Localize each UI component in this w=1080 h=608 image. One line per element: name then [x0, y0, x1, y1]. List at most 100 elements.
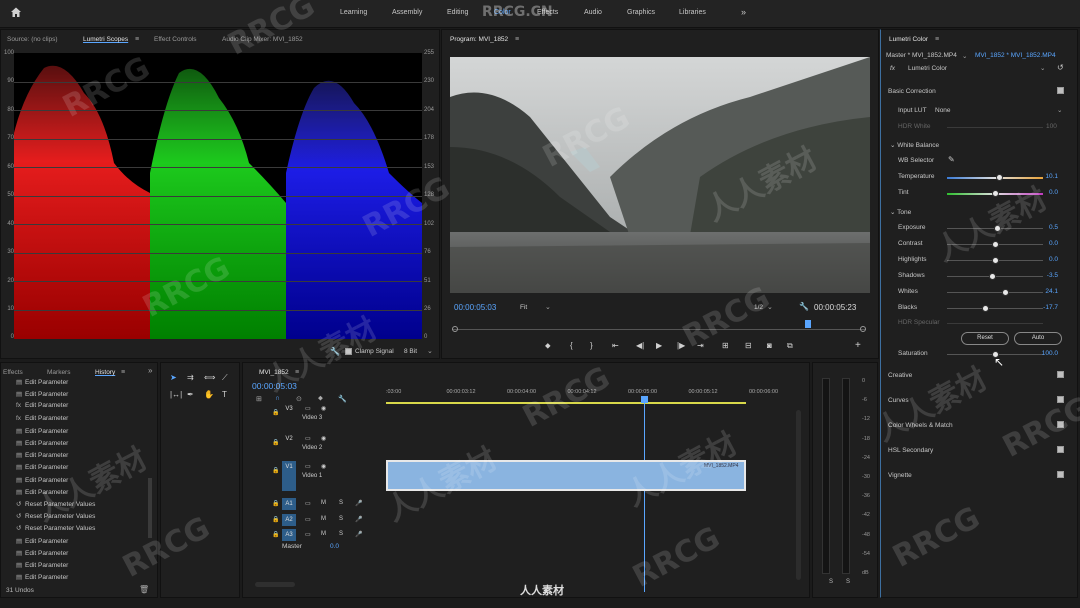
history-item[interactable]: fx Edit Parameter	[16, 402, 68, 409]
solo-button[interactable]: S	[339, 531, 343, 537]
add-marker-icon[interactable]: ⬥	[545, 341, 551, 351]
highlights-value[interactable]: 0.0	[1034, 256, 1058, 263]
history-item[interactable]: ▤ Edit Parameter	[16, 427, 68, 435]
playhead-handle[interactable]	[641, 396, 648, 403]
history-item[interactable]: ▤ Edit Parameter	[16, 573, 68, 581]
history-item[interactable]: ↺ Reset Parameter Values	[16, 524, 95, 532]
mic-icon[interactable]: 🎤	[355, 500, 362, 507]
lock-icon[interactable]: 🔒	[272, 409, 279, 416]
eyedropper-icon[interactable]: ✎	[948, 155, 955, 164]
history-scrollbar[interactable]	[148, 478, 152, 538]
nest-icon[interactable]: ⊞	[256, 395, 262, 403]
clip-path[interactable]: MVI_1852 * MVI_1852.MP4	[975, 52, 1056, 59]
track-id-v3[interactable]: V3	[282, 403, 296, 415]
panel-menu-icon[interactable]: ≡	[515, 36, 519, 43]
program-scrub-bar[interactable]	[452, 329, 866, 330]
blacks-value[interactable]: -17.7	[1034, 304, 1058, 311]
lift-icon[interactable]: ⊞	[722, 341, 729, 350]
eye-icon[interactable]: ◉	[321, 463, 326, 470]
whites-value[interactable]: 24.1	[1034, 288, 1058, 295]
temperature-value[interactable]: 10.1	[1034, 173, 1058, 180]
solo-right-button[interactable]: S	[846, 579, 850, 585]
bit-depth-select[interactable]: 8 Bit	[404, 348, 417, 355]
lock-icon[interactable]: 🔒	[272, 531, 279, 538]
eye-icon[interactable]: ◉	[321, 435, 326, 442]
toggle-sync-icon[interactable]: ▭	[305, 463, 311, 470]
history-item[interactable]: ▤ Edit Parameter	[16, 537, 68, 545]
exposure-value[interactable]: 0.5	[1034, 224, 1058, 231]
program-timecode[interactable]: 00:00:05:03	[454, 303, 496, 312]
hsl-secondary-header[interactable]: HSL Secondary	[888, 447, 933, 454]
toggle-sync-icon[interactable]: ▭	[305, 531, 311, 538]
workspace-tab-graphics[interactable]: Graphics	[627, 9, 655, 16]
chevron-down-icon[interactable]: ⌄	[545, 303, 551, 311]
lock-icon[interactable]: 🔒	[272, 500, 279, 507]
panel-menu-icon[interactable]: ≡	[135, 36, 139, 43]
blacks-slider[interactable]	[947, 304, 1043, 312]
panel-menu-icon[interactable]: ≡	[121, 369, 125, 376]
home-icon[interactable]	[10, 6, 22, 18]
tone-header[interactable]: ⌄ Tone	[890, 208, 911, 216]
linked-selection-icon[interactable]: ⊙	[296, 395, 302, 403]
workspace-tab-audio[interactable]: Audio	[584, 9, 602, 16]
toggle-sync-icon[interactable]: ▭	[305, 405, 311, 412]
expand-panels-icon[interactable]: »	[148, 366, 152, 375]
mute-button[interactable]: M	[321, 516, 326, 522]
history-item[interactable]: ▤ Edit Parameter	[16, 390, 68, 398]
lock-icon[interactable]: 🔒	[272, 516, 279, 523]
eye-icon[interactable]: ◉	[321, 405, 326, 412]
hsl-secondary-checkbox[interactable]	[1057, 446, 1064, 453]
contrast-value[interactable]: 0.0	[1034, 240, 1058, 247]
selection-tool-icon[interactable]: ➤	[170, 373, 177, 382]
mute-button[interactable]: M	[321, 500, 326, 506]
slider-handle[interactable]	[981, 304, 989, 312]
solo-button[interactable]: S	[339, 516, 343, 522]
saturation-value[interactable]: 100.0	[1034, 350, 1058, 357]
trash-icon[interactable]: 🗑	[139, 585, 149, 594]
chevron-down-icon[interactable]: ⌄	[427, 347, 433, 355]
track-select-tool-icon[interactable]: ⇉	[187, 373, 194, 382]
history-item[interactable]: ▤ Edit Parameter	[16, 439, 68, 447]
workspace-tab-libraries[interactable]: Libraries	[679, 9, 706, 16]
razor-tool-icon[interactable]: ⟋	[222, 373, 228, 383]
master-value[interactable]: 0.0	[330, 543, 339, 550]
lock-icon[interactable]: 🔒	[272, 439, 279, 446]
tab-effect-controls[interactable]: Effect Controls	[154, 33, 197, 47]
type-tool-icon[interactable]: T	[222, 390, 227, 399]
add-marker-icon[interactable]: ⬥	[318, 395, 323, 403]
auto-button[interactable]: Auto	[1014, 332, 1062, 345]
vignette-header[interactable]: Vignette	[888, 472, 912, 479]
fit-select[interactable]: Fit	[520, 304, 527, 311]
slider-handle[interactable]	[1002, 288, 1010, 296]
pen-tool-icon[interactable]: ✒	[187, 390, 194, 399]
creative-checkbox[interactable]	[1057, 371, 1064, 378]
tab-program[interactable]: Program: MVI_1852	[450, 33, 508, 47]
track-id-a2[interactable]: A2	[282, 513, 296, 526]
more-workspaces-button[interactable]: »	[741, 7, 746, 17]
workspace-tab-editing[interactable]: Editing	[447, 9, 468, 16]
timeline-vertical-scrollbar[interactable]	[796, 410, 801, 580]
track-id-v1[interactable]: V1	[282, 461, 296, 491]
chevron-down-icon[interactable]: ⌄	[1040, 64, 1045, 72]
history-item[interactable]: ▤ Edit Parameter	[16, 463, 68, 471]
mic-icon[interactable]: 🎤	[355, 531, 362, 538]
tab-history[interactable]: History	[95, 366, 115, 380]
history-item[interactable]: ▤ Edit Parameter	[16, 451, 68, 459]
shadows-slider[interactable]	[947, 272, 1043, 280]
add-button-icon[interactable]: +	[855, 340, 861, 351]
slip-tool-icon[interactable]: |↔|	[170, 390, 182, 399]
solo-button[interactable]: S	[339, 500, 343, 506]
reset-effect-icon[interactable]: ↺	[1057, 63, 1064, 72]
lock-icon[interactable]: 🔒	[272, 467, 279, 474]
mute-button[interactable]: M	[321, 531, 326, 537]
shadows-value[interactable]: -3.5	[1034, 272, 1058, 279]
master-clip-path[interactable]: Master * MVI_1852.MP4	[886, 52, 957, 59]
step-forward-icon[interactable]: |▶	[677, 341, 685, 350]
chevron-down-icon[interactable]: ⌄	[962, 52, 967, 60]
history-item[interactable]: fx Edit Parameter	[16, 415, 68, 422]
input-lut-select[interactable]: None	[935, 107, 951, 114]
track-id-a1[interactable]: A1	[282, 498, 296, 510]
playhead-marker[interactable]	[805, 320, 811, 328]
workspace-tab-assembly[interactable]: Assembly	[392, 9, 422, 16]
go-to-in-icon[interactable]: ⇤	[612, 341, 619, 350]
